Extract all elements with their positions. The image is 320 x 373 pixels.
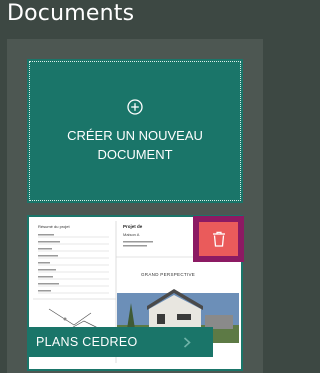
- create-document-label: CRÉER UN NOUVEAU DOCUMENT: [67, 128, 203, 162]
- page-title: Documents: [7, 1, 135, 26]
- thumbnail-project-name: Maison A: [123, 232, 140, 237]
- create-document-button[interactable]: CRÉER UN NOUVEAU DOCUMENT: [27, 59, 243, 203]
- document-footer[interactable]: PLANS CEDREO: [29, 327, 213, 357]
- document-name: PLANS CEDREO: [36, 335, 138, 349]
- thumbnail-caption: GRAND PERSPECTIVE: [141, 272, 196, 277]
- thumbnail-project-label: Projet de: [123, 224, 143, 229]
- chevron-right-icon: [183, 337, 191, 348]
- thumbnail-heading: Résumé du projet: [38, 224, 70, 229]
- delete-document-button[interactable]: [199, 222, 238, 256]
- plus-circle-icon: [127, 99, 143, 115]
- trash-icon: [213, 231, 225, 247]
